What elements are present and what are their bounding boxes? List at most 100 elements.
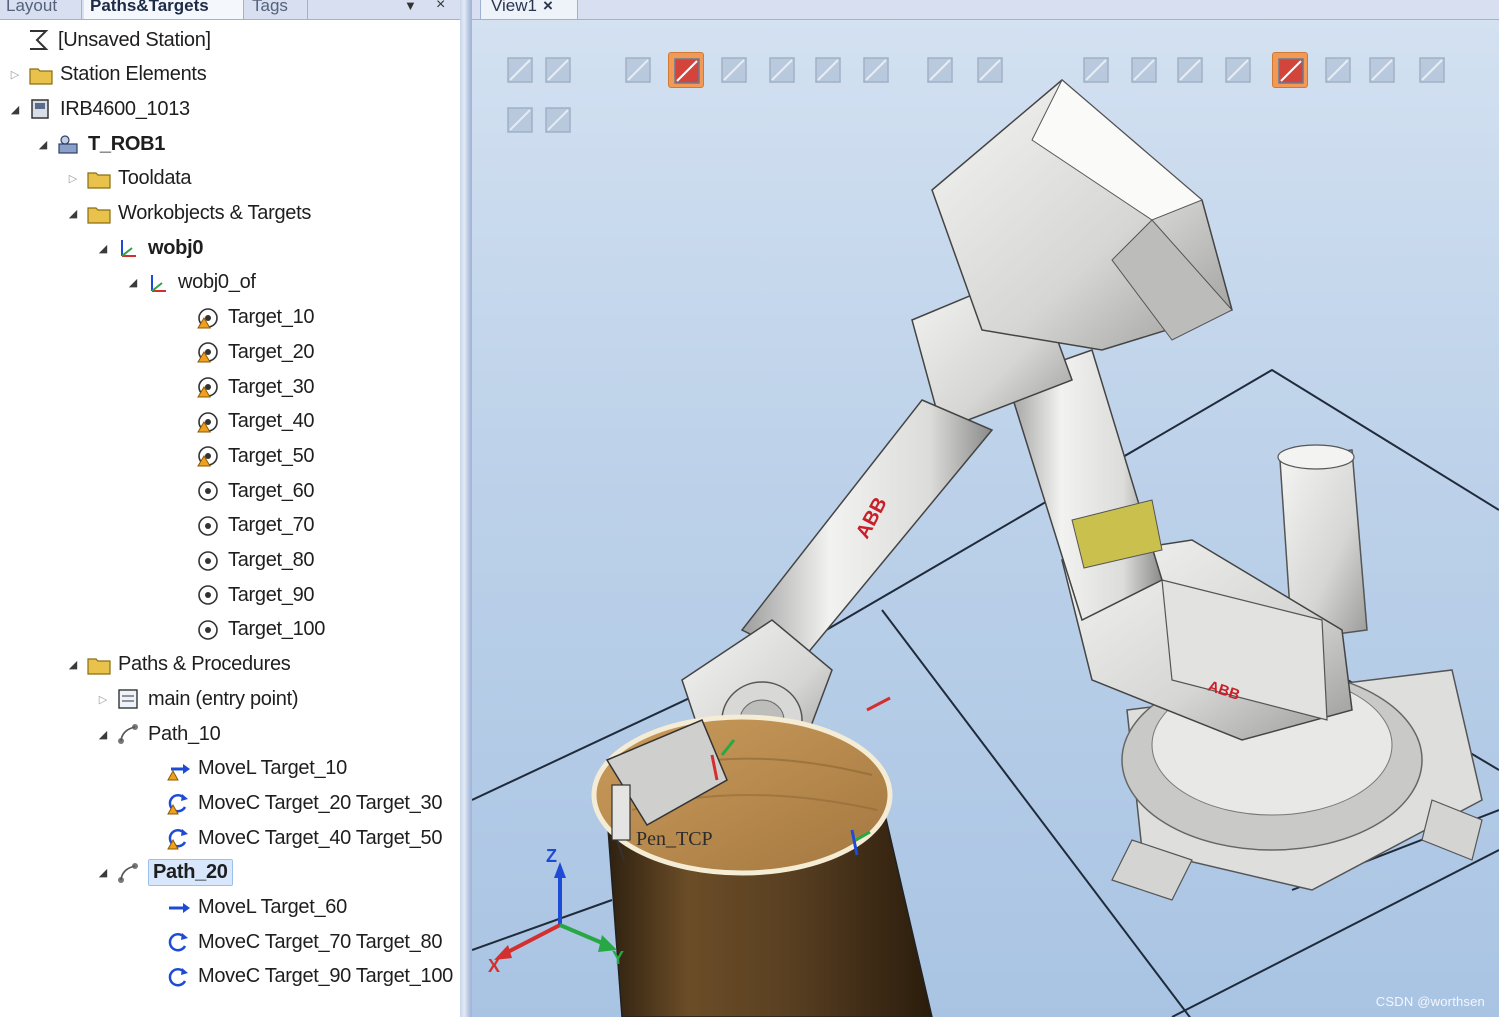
select-curve-icon[interactable] (620, 52, 656, 88)
tree-item[interactable]: MoveC Target_40 Target_50 (146, 822, 442, 854)
tab-paths-targets[interactable]: Paths&Targets (84, 0, 244, 19)
select-group-icon[interactable] (810, 52, 846, 88)
panel-menu-chevron-icon[interactable]: ▼ (404, 0, 417, 12)
view-all-icon[interactable] (502, 52, 538, 88)
collapse-triangle-icon[interactable]: ◢ (126, 276, 140, 289)
tree-item-label: MoveC Target_40 Target_50 (198, 826, 443, 849)
select-surface-icon[interactable] (668, 52, 704, 88)
tree-item[interactable]: Target_50 (176, 440, 315, 472)
tree-item[interactable]: MoveC Target_20 Target_30 (146, 787, 442, 819)
tree-item[interactable]: Target_40 (176, 406, 315, 438)
pen-tcp-label: Pen_TCP (636, 828, 713, 850)
snap-local-origin-icon[interactable] (1272, 52, 1308, 88)
measure-angle-icon[interactable] (1364, 52, 1400, 88)
tree-item[interactable]: ◢ Path_20 (96, 857, 233, 889)
collapse-triangle-icon[interactable]: ◢ (66, 207, 80, 220)
tree-item-label: [Unsaved Station] (58, 28, 211, 51)
select-part-icon[interactable] (764, 52, 800, 88)
view-grid-icon[interactable] (540, 52, 576, 88)
tree-item[interactable]: ▷ Station Elements (8, 59, 207, 91)
tree-item[interactable]: ◢ T_ROB1 (36, 128, 166, 160)
tree-item[interactable]: Target_30 (176, 371, 315, 403)
collapse-triangle-icon[interactable]: ◢ (36, 138, 50, 151)
movec-warning-icon (166, 826, 192, 850)
play-icon[interactable] (502, 102, 538, 138)
tree-item[interactable]: ▷ main (entry point) (96, 683, 299, 715)
panel-splitter[interactable] (460, 0, 472, 1017)
tree-item[interactable]: Target_80 (176, 545, 315, 577)
tree-item[interactable]: ◢ wobj0 (96, 232, 204, 264)
tree-item[interactable]: MoveL Target_10 (146, 753, 347, 785)
tree-item-label: IRB4600_1013 (60, 97, 190, 120)
select-target-icon[interactable] (922, 52, 958, 88)
tree-item-label: Target_90 (228, 583, 315, 606)
snap-center-icon[interactable] (1078, 52, 1114, 88)
collapse-triangle-icon[interactable]: ◢ (96, 728, 110, 741)
snap-grid-icon[interactable] (1320, 52, 1356, 88)
tree-item-label: T_ROB1 (88, 132, 166, 155)
snap-midpoint-icon[interactable] (1172, 52, 1208, 88)
target-icon (196, 583, 222, 607)
expand-triangle-icon[interactable]: ▷ (8, 68, 22, 81)
tree-item[interactable]: ◢ Workobjects & Targets (66, 198, 312, 230)
3d-viewport[interactable]: ABB ABB Pen_TCP Z X Y CSDN @worthsen (472, 20, 1499, 1017)
tree-item[interactable]: MoveC Target_70 Target_80 (146, 926, 442, 958)
tree-item[interactable]: Target_100 (176, 614, 325, 646)
target-warning-icon (196, 410, 222, 434)
tree-item[interactable]: ◢ Path_10 (96, 718, 221, 750)
watermark: CSDN @worthsen (1375, 994, 1485, 1009)
workobjects-folder-icon (86, 202, 112, 226)
select-body-icon[interactable] (716, 52, 752, 88)
tree-item[interactable]: MoveC Target_90 Target_100 (146, 961, 453, 993)
axis-label-z: Z (546, 846, 557, 866)
tree-item-label: wobj0 (148, 236, 204, 259)
robot-scene: ABB ABB (472, 79, 1499, 1017)
tree-item[interactable]: ◢ Paths & Procedures (66, 649, 291, 681)
tab-view1-close-icon[interactable]: × (543, 0, 553, 15)
tree-item[interactable]: Target_90 (176, 579, 315, 611)
view-tab-strip: View1 × (472, 0, 1499, 20)
tree-item-label: Paths & Procedures (118, 653, 291, 676)
snap-edge-icon[interactable] (1126, 52, 1162, 88)
tree-item-label: Target_10 (228, 306, 315, 329)
target-warning-icon (196, 375, 222, 399)
paths-folder-icon (86, 653, 112, 677)
expand-triangle-icon[interactable]: ▷ (96, 693, 110, 706)
select-mechanism-icon[interactable] (858, 52, 894, 88)
tree-item[interactable]: Target_10 (176, 302, 315, 334)
snap-object-icon[interactable] (972, 52, 1008, 88)
tree-item[interactable]: Target_60 (176, 475, 315, 507)
tooldata-folder-icon (86, 167, 112, 191)
movec-warning-icon (166, 791, 192, 815)
target-icon (196, 618, 222, 642)
collapse-triangle-icon[interactable]: ◢ (96, 242, 110, 255)
movel-warning-icon (166, 757, 192, 781)
target-warning-icon (196, 306, 222, 330)
collapse-triangle-icon[interactable]: ◢ (8, 103, 22, 116)
tree-item[interactable]: ◢ IRB4600_1013 (8, 93, 190, 125)
tree-item-label: MoveL Target_60 (198, 896, 347, 918)
tree-item[interactable]: [Unsaved Station] (6, 24, 211, 56)
procedure-icon (116, 687, 142, 711)
tree-item[interactable]: MoveL Target_60 (146, 892, 347, 924)
panel-close-icon[interactable]: × (436, 0, 445, 13)
axis-label-y: Y (612, 948, 625, 968)
stop-icon[interactable] (540, 102, 576, 138)
tab-view1[interactable]: View1 × (480, 0, 578, 19)
path-icon (116, 722, 142, 746)
measure-distance-icon[interactable] (1414, 52, 1450, 88)
tab-tags[interactable]: Tags (246, 0, 308, 19)
snap-end-icon[interactable] (1220, 52, 1256, 88)
tab-layout[interactable]: Layout (0, 0, 82, 19)
collapse-triangle-icon[interactable]: ◢ (66, 658, 80, 671)
collapse-triangle-icon[interactable]: ◢ (96, 866, 110, 879)
tree-item-label: Path_20 (148, 859, 233, 887)
tree-item[interactable]: Target_70 (176, 510, 315, 542)
target-icon (196, 549, 222, 573)
tree-item[interactable]: ▷ Tooldata (66, 163, 192, 195)
station-icon (26, 28, 52, 52)
tree-item[interactable]: ◢ wobj0_of (126, 267, 256, 299)
movec-icon (166, 930, 192, 954)
tree-item[interactable]: Target_20 (176, 336, 315, 368)
expand-triangle-icon[interactable]: ▷ (66, 172, 80, 185)
